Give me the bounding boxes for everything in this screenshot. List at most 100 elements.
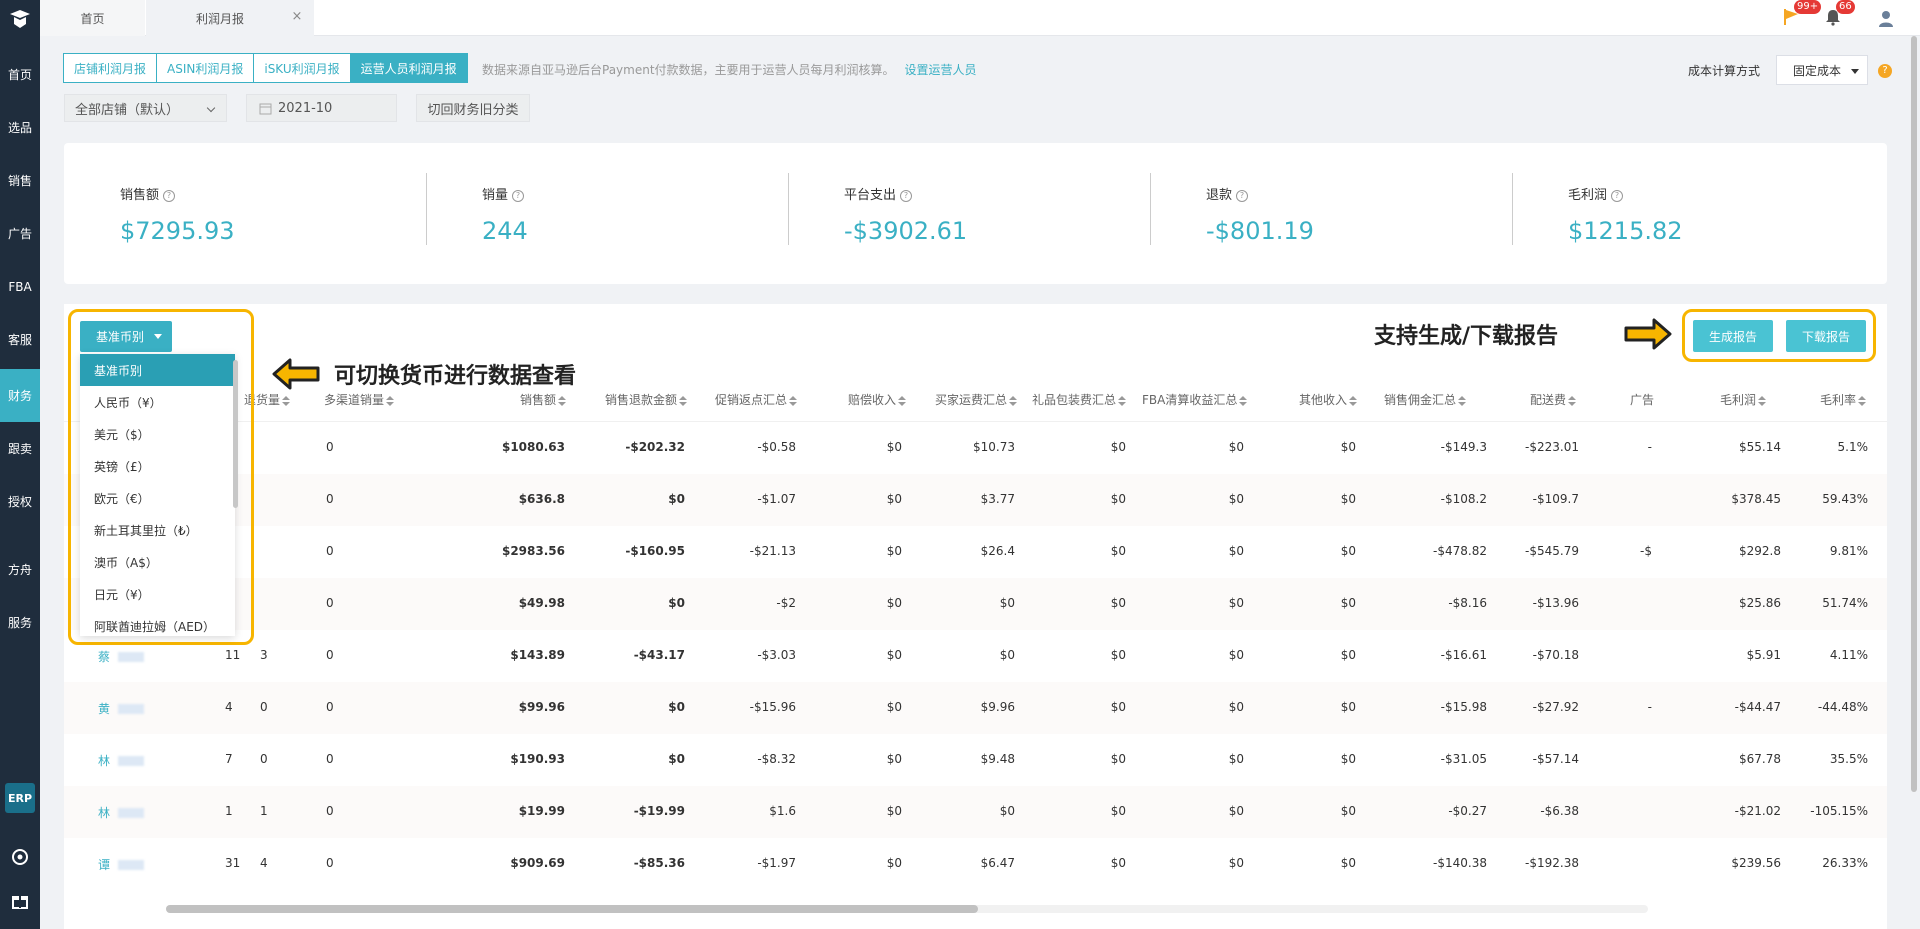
sort-icon[interactable] [1758, 395, 1767, 406]
th-refund[interactable]: 销售退款金额 [605, 391, 688, 408]
gift-icon[interactable] [10, 891, 30, 911]
th-fba-liquidation[interactable]: FBA清算收益汇总 [1142, 391, 1248, 408]
sort-icon[interactable] [1458, 395, 1467, 406]
help-icon[interactable]: ? [1878, 64, 1892, 78]
tab-operator-profit[interactable]: 运营人员利润月报 [349, 53, 468, 83]
currency-option-usd[interactable]: 美元（$） [80, 418, 235, 450]
tab-home[interactable]: 首页 [40, 0, 145, 36]
th-commission[interactable]: 销售佣金汇总 [1384, 391, 1467, 408]
currency-option-cny[interactable]: 人民币（¥） [80, 386, 235, 418]
th-buyer-shipping[interactable]: 买家运费汇总 [935, 391, 1018, 408]
sort-icon[interactable] [1009, 395, 1018, 406]
generate-report-button[interactable]: 生成报告 [1693, 320, 1773, 352]
cell-gm: 5.1% [1837, 440, 1869, 454]
th-label: 销售佣金汇总 [1384, 393, 1457, 407]
cell-gp: $5.91 [1746, 648, 1781, 662]
currency-option-aud[interactable]: 澳币（A$） [80, 546, 235, 578]
th-compensation[interactable]: 赔偿收入 [848, 391, 907, 408]
question-icon[interactable]: ? [512, 189, 525, 202]
cell-refund: $0 [668, 700, 685, 714]
currency-option-try[interactable]: 新土耳其里拉（₺） [80, 514, 235, 546]
th-fulfillment-fee[interactable]: 配送费 [1530, 391, 1577, 408]
question-icon[interactable]: ? [1611, 189, 1624, 202]
currency-option-base[interactable]: 基准币别 [80, 354, 235, 386]
currency-select-button[interactable]: 基准币别 [80, 321, 172, 352]
cell-ship: $3.77 [980, 492, 1015, 506]
sort-icon[interactable] [898, 395, 907, 406]
horizontal-scrollbar[interactable] [166, 905, 978, 913]
sort-icon[interactable] [282, 395, 291, 406]
cost-method-label: 成本计算方式 [1688, 64, 1761, 78]
note-text: 数据来源自亚马逊后台Payment付款数据，主要用于运营人员每月利润核算。 [482, 63, 895, 77]
switch-old-category-button[interactable]: 切回财务旧分类 [416, 94, 530, 122]
question-icon[interactable]: ? [1236, 189, 1249, 202]
sort-icon[interactable] [386, 395, 395, 406]
tab-asin-profit[interactable]: ASIN利润月报 [156, 53, 255, 83]
th-gross-margin[interactable]: 毛利率 [1820, 391, 1867, 408]
sidebar-item-auth[interactable]: 授权 [0, 475, 40, 528]
store-select[interactable]: 全部店铺（默认） [64, 94, 227, 122]
currency-option-gbp[interactable]: 英镑（£） [80, 450, 235, 482]
operator-name[interactable]: 谭 [98, 856, 110, 873]
sidebar-item-fba[interactable]: FBA [0, 260, 40, 313]
sort-icon[interactable] [1118, 395, 1127, 406]
sidebar-item-sales[interactable]: 销售 [0, 154, 40, 207]
cost-method-select[interactable]: 固定成本 [1776, 55, 1868, 85]
sort-icon[interactable] [558, 395, 567, 406]
support-icon[interactable] [10, 847, 30, 867]
cell-gift: $0 [1110, 492, 1126, 506]
sidebar-item-ads[interactable]: 广告 [0, 207, 40, 260]
cell-ship: $10.73 [973, 440, 1015, 454]
sort-icon[interactable] [1858, 395, 1867, 406]
operator-name[interactable]: 蔡 [98, 648, 110, 665]
tab-store-profit[interactable]: 店铺利润月报 [63, 53, 158, 83]
month-picker[interactable]: 2021-10 [246, 94, 397, 122]
th-gift-wrap[interactable]: 礼品包装费汇总 [1032, 391, 1127, 408]
vertical-scrollbar[interactable] [1911, 36, 1917, 792]
set-operator-link[interactable]: 设置运营人员 [905, 63, 977, 77]
cell-comp: $0 [886, 752, 902, 766]
currency-option-eur[interactable]: 欧元（€） [80, 482, 235, 514]
th-promo[interactable]: 促销返点汇总 [715, 391, 798, 408]
sort-icon[interactable] [789, 395, 798, 406]
th-other-income[interactable]: 其他收入 [1299, 391, 1358, 408]
sidebar-item-selection[interactable]: 选品 [0, 101, 40, 154]
th-gross-profit[interactable]: 毛利润 [1720, 391, 1767, 408]
currency-option-jpy[interactable]: 日元（¥） [80, 578, 235, 610]
sidebar-item-services[interactable]: 服务 [0, 596, 40, 649]
download-report-button[interactable]: 下载报告 [1786, 320, 1866, 352]
operator-name[interactable]: 黄 [98, 700, 110, 717]
tab-profit-monthly[interactable]: 利润月报 × [146, 0, 314, 36]
avatar[interactable] [1876, 8, 1896, 28]
cell-refund: -$202.32 [625, 440, 685, 454]
close-icon[interactable]: × [290, 10, 304, 24]
sidebar-item-ark[interactable]: 方舟 [0, 543, 40, 596]
table-card: 退货量 多渠道销量 销售额 销售退款金额 促销返点汇总 赔偿收入 买家运费汇总 … [64, 304, 1887, 929]
th-sales[interactable]: 销售额 [520, 391, 567, 408]
tab-isku-profit[interactable]: iSKU利润月报 [253, 53, 351, 83]
sort-icon[interactable] [1568, 395, 1577, 406]
th-label: FBA清算收益汇总 [1142, 393, 1238, 407]
sort-icon[interactable] [679, 395, 688, 406]
question-icon[interactable]: ? [900, 189, 913, 202]
erp-button[interactable]: ERP [5, 783, 35, 813]
dropdown-scrollbar[interactable] [233, 360, 238, 508]
th-ads[interactable]: 广告 [1630, 391, 1654, 408]
sort-icon[interactable] [1239, 395, 1248, 406]
operator-name[interactable]: 林 [98, 752, 110, 769]
sidebar-item-finance[interactable]: 财务 [0, 369, 40, 422]
sort-icon[interactable] [1349, 395, 1358, 406]
question-icon[interactable]: ? [163, 189, 176, 202]
sidebar-item-home[interactable]: 首页 [0, 48, 40, 101]
top-bar: 首页 利润月报 × 99+ 66 [40, 0, 1920, 36]
table-row: 谭 31 4 0 $909.69 -$85.36 -$1.97 $0 $6.47 $0 $0 $0 -$… [64, 838, 1887, 890]
metric-gross-profit: 毛利润? $1215.82 [1512, 143, 1874, 284]
store-select-value: 全部店铺（默认） [75, 102, 180, 118]
currency-option-aed[interactable]: 阿联酋迪拉姆（AED） [80, 610, 235, 636]
operator-name[interactable]: 林 [98, 804, 110, 821]
th-multichannel[interactable]: 多渠道销量 [324, 391, 395, 408]
sidebar-item-service[interactable]: 客服 [0, 313, 40, 366]
sidebar-item-follow[interactable]: 跟卖 [0, 422, 40, 475]
cell-fba: $0 [1228, 648, 1244, 662]
cell-comp: $0 [886, 544, 902, 558]
